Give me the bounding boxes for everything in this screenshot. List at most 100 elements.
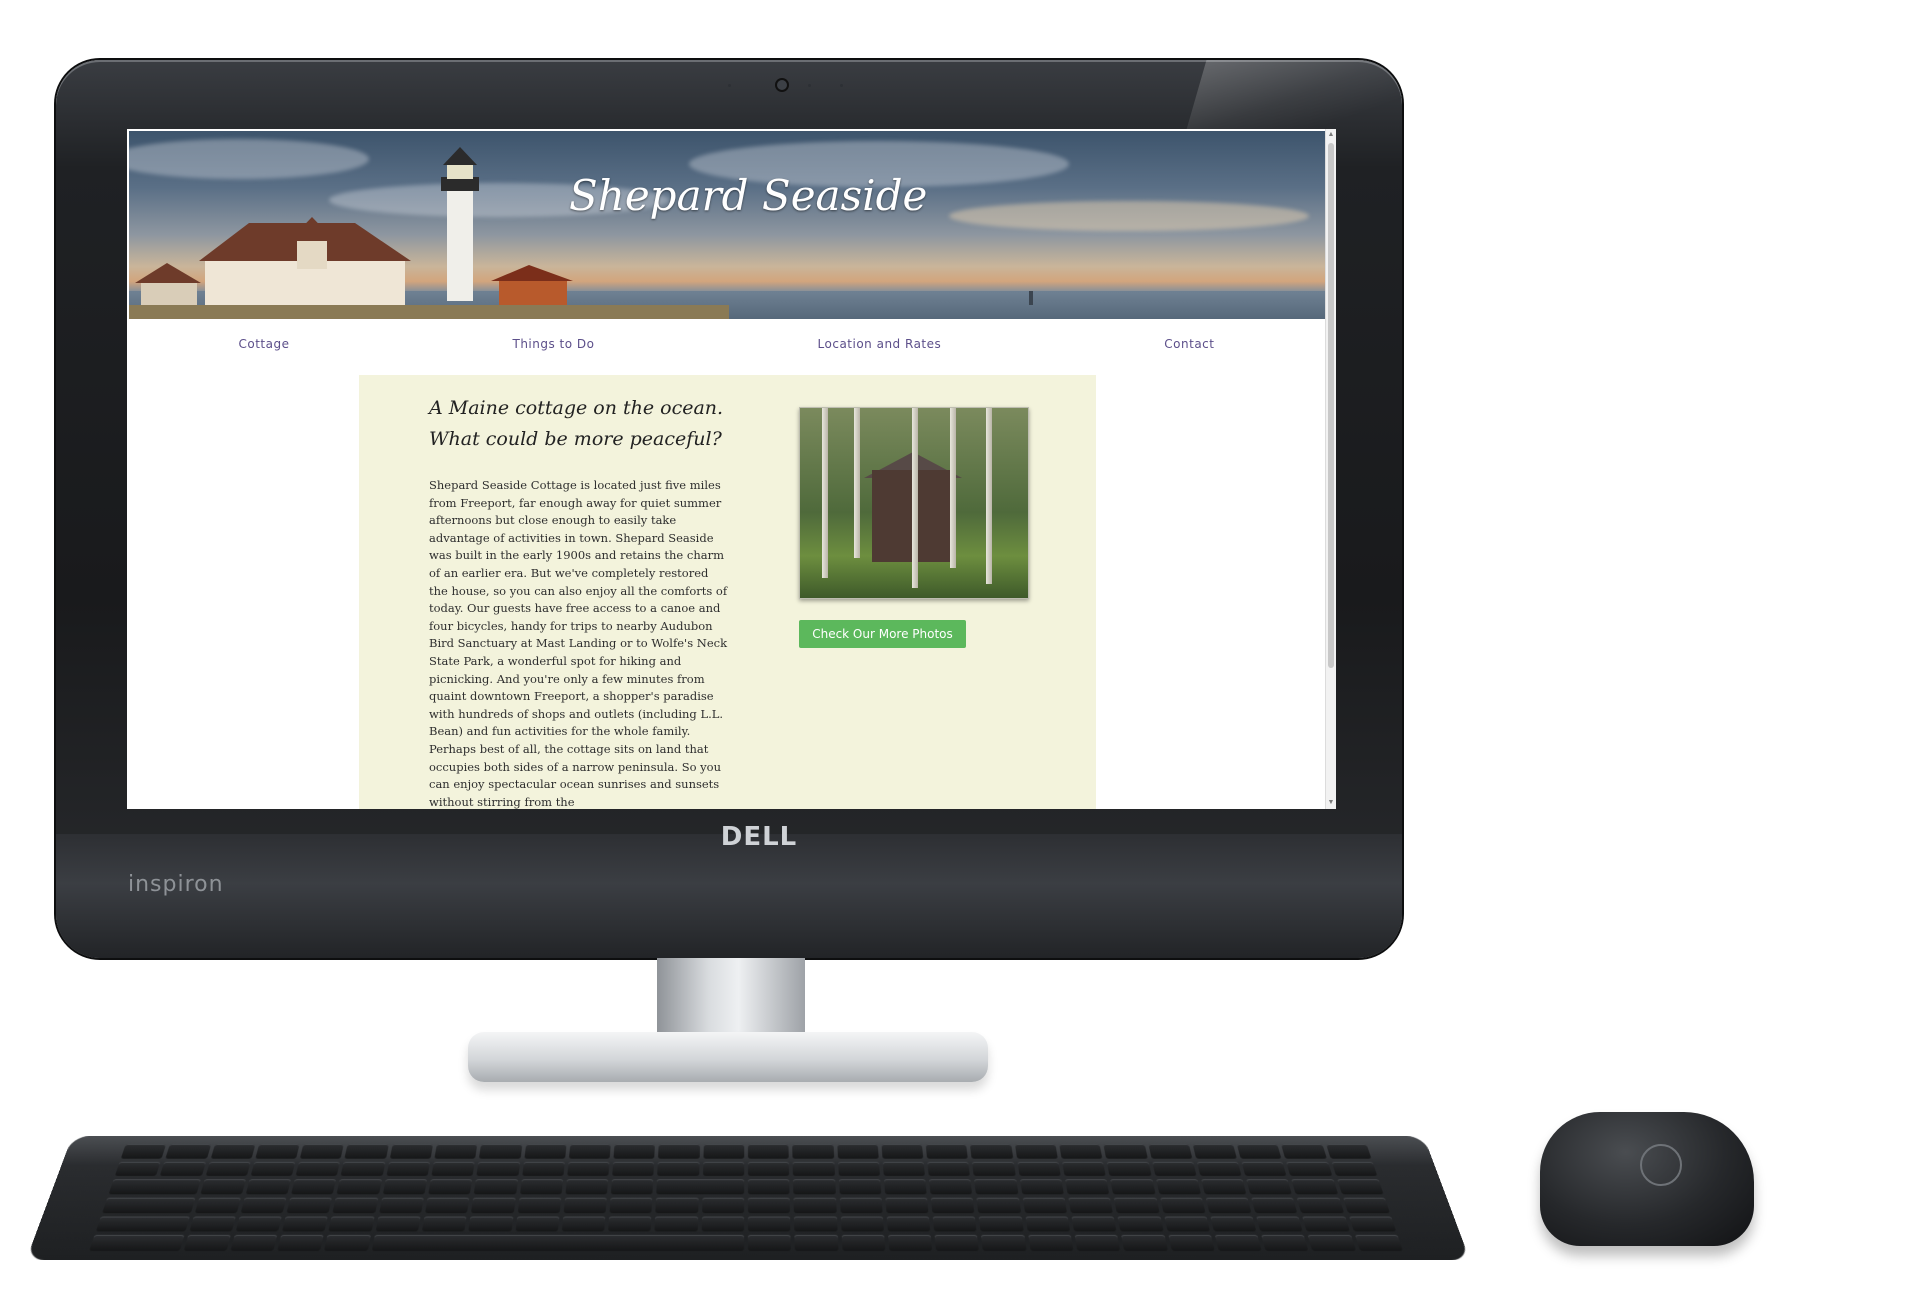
scrollbar[interactable]: ▲ ▼ [1325,129,1336,809]
keyboard-key [608,1216,652,1232]
keyboard-key [703,1144,745,1159]
model-label: inspiron [128,872,224,897]
more-photos-button[interactable]: Check Our More Photos [799,620,966,648]
keyboard-key [1201,1179,1247,1195]
nav-item-cottage[interactable]: Cottage [239,337,290,361]
keyboard-key [521,1161,565,1177]
keyboard-key [885,1197,929,1213]
tagline-line-1: A Maine cottage on the ocean. [429,397,724,419]
keyboard-key [654,1216,698,1232]
keyboard-key [428,1179,473,1195]
site-title: Shepard Seaside [569,171,928,220]
keyboard-key [1159,1197,1206,1213]
keyboard-key [120,1144,167,1159]
keyboard-key [925,1144,969,1159]
keyboard-key [1342,1197,1390,1213]
cottage-description: Shepard Seaside Cottage is located just … [429,478,728,809]
keyboard-key [1236,1144,1282,1159]
keyboard-key [1214,1235,1262,1251]
keyboard-key [657,1161,700,1177]
keyboard-key [609,1197,653,1213]
scroll-up-icon[interactable]: ▲ [1327,131,1335,139]
keyboard-key [1110,1179,1156,1195]
keyboard-key [1017,1161,1061,1177]
keyboard-key [1261,1235,1309,1251]
keyboard-key [389,1144,434,1159]
keyboard-key [841,1235,886,1251]
keyboard-key [199,1179,246,1195]
keyboard-key [1163,1216,1210,1232]
birch-trunk [950,408,956,568]
keyboard-key [1256,1216,1304,1232]
nav-item-contact[interactable]: Contact [1164,337,1214,361]
keyboard-key [1065,1179,1110,1195]
birch-trunk [912,408,918,588]
keyboard-key [934,1235,980,1251]
keyboard-key [701,1197,745,1213]
keyboard-key [881,1144,924,1159]
birch-trunk [822,408,828,578]
keyboard-key [114,1161,161,1177]
keyboard-key [1297,1197,1344,1213]
keyboard-key [931,1197,975,1213]
keyboard-key [1354,1235,1403,1251]
camera-indicator-dot [728,84,731,87]
keyboard-key [702,1161,745,1177]
keyboard-key [183,1235,231,1251]
keyboard-key [1331,1161,1378,1177]
keyboard-key [793,1179,836,1195]
keyboard-key [1107,1161,1152,1177]
lighthouse-scene [129,147,1033,319]
camera-indicator-dot [808,84,811,87]
keyboard-key [245,1179,292,1195]
keyboard-key [255,1144,300,1159]
keyboard-key [970,1144,1013,1159]
keyboard-key [1151,1161,1197,1177]
keyboard-key [291,1179,337,1195]
keyboard-key [974,1179,1019,1195]
keyboard-key [613,1144,656,1159]
keyboard-key [1308,1235,1356,1251]
keyboard-key [89,1235,184,1251]
cottage-photo[interactable] [799,407,1029,599]
keyboard-key [188,1216,236,1232]
keyboard-key [1117,1216,1164,1232]
keyboard-key [886,1216,931,1232]
brand-logo: DELL [720,822,798,852]
keyboard-key [300,1144,345,1159]
keyboard-key [95,1216,190,1232]
keyboard-key [1168,1235,1215,1251]
keyboard-key [794,1216,838,1232]
webcam-icon [777,80,787,90]
scroll-down-icon[interactable]: ▼ [1327,799,1335,807]
keyboard-key [1059,1144,1103,1159]
keyboard-key [1205,1197,1252,1213]
keyboard [26,1136,1470,1260]
nav-item-location-and-rates[interactable]: Location and Rates [818,337,942,361]
keyboard-key [230,1235,278,1251]
keyboard-key [747,1144,790,1159]
keyboard-key [250,1161,296,1177]
keyboard-key [701,1216,745,1232]
keyboard-key [425,1197,470,1213]
keyboard-key [837,1161,880,1177]
keyboard-key [1251,1197,1298,1213]
keyboard-key [479,1144,522,1159]
keyboard-key [932,1216,978,1232]
keyboard-key [340,1161,386,1177]
keyboard-key [838,1179,882,1195]
keyboard-key [565,1179,609,1195]
keyboard-key [421,1216,467,1232]
keyboard-key [747,1216,791,1232]
keyboard-key [612,1161,655,1177]
keyboard-key [277,1235,324,1251]
keyboard-key [567,1161,610,1177]
keyboard-key [286,1197,333,1213]
nav-item-things-to-do[interactable]: Things to Do [513,337,595,361]
scroll-thumb[interactable] [1328,143,1334,668]
keyboard-keys [89,1144,1403,1251]
keyboard-key [371,1235,745,1251]
keyboard-key [929,1179,973,1195]
keyboard-key [519,1179,563,1195]
keyboard-key [1325,1144,1372,1159]
